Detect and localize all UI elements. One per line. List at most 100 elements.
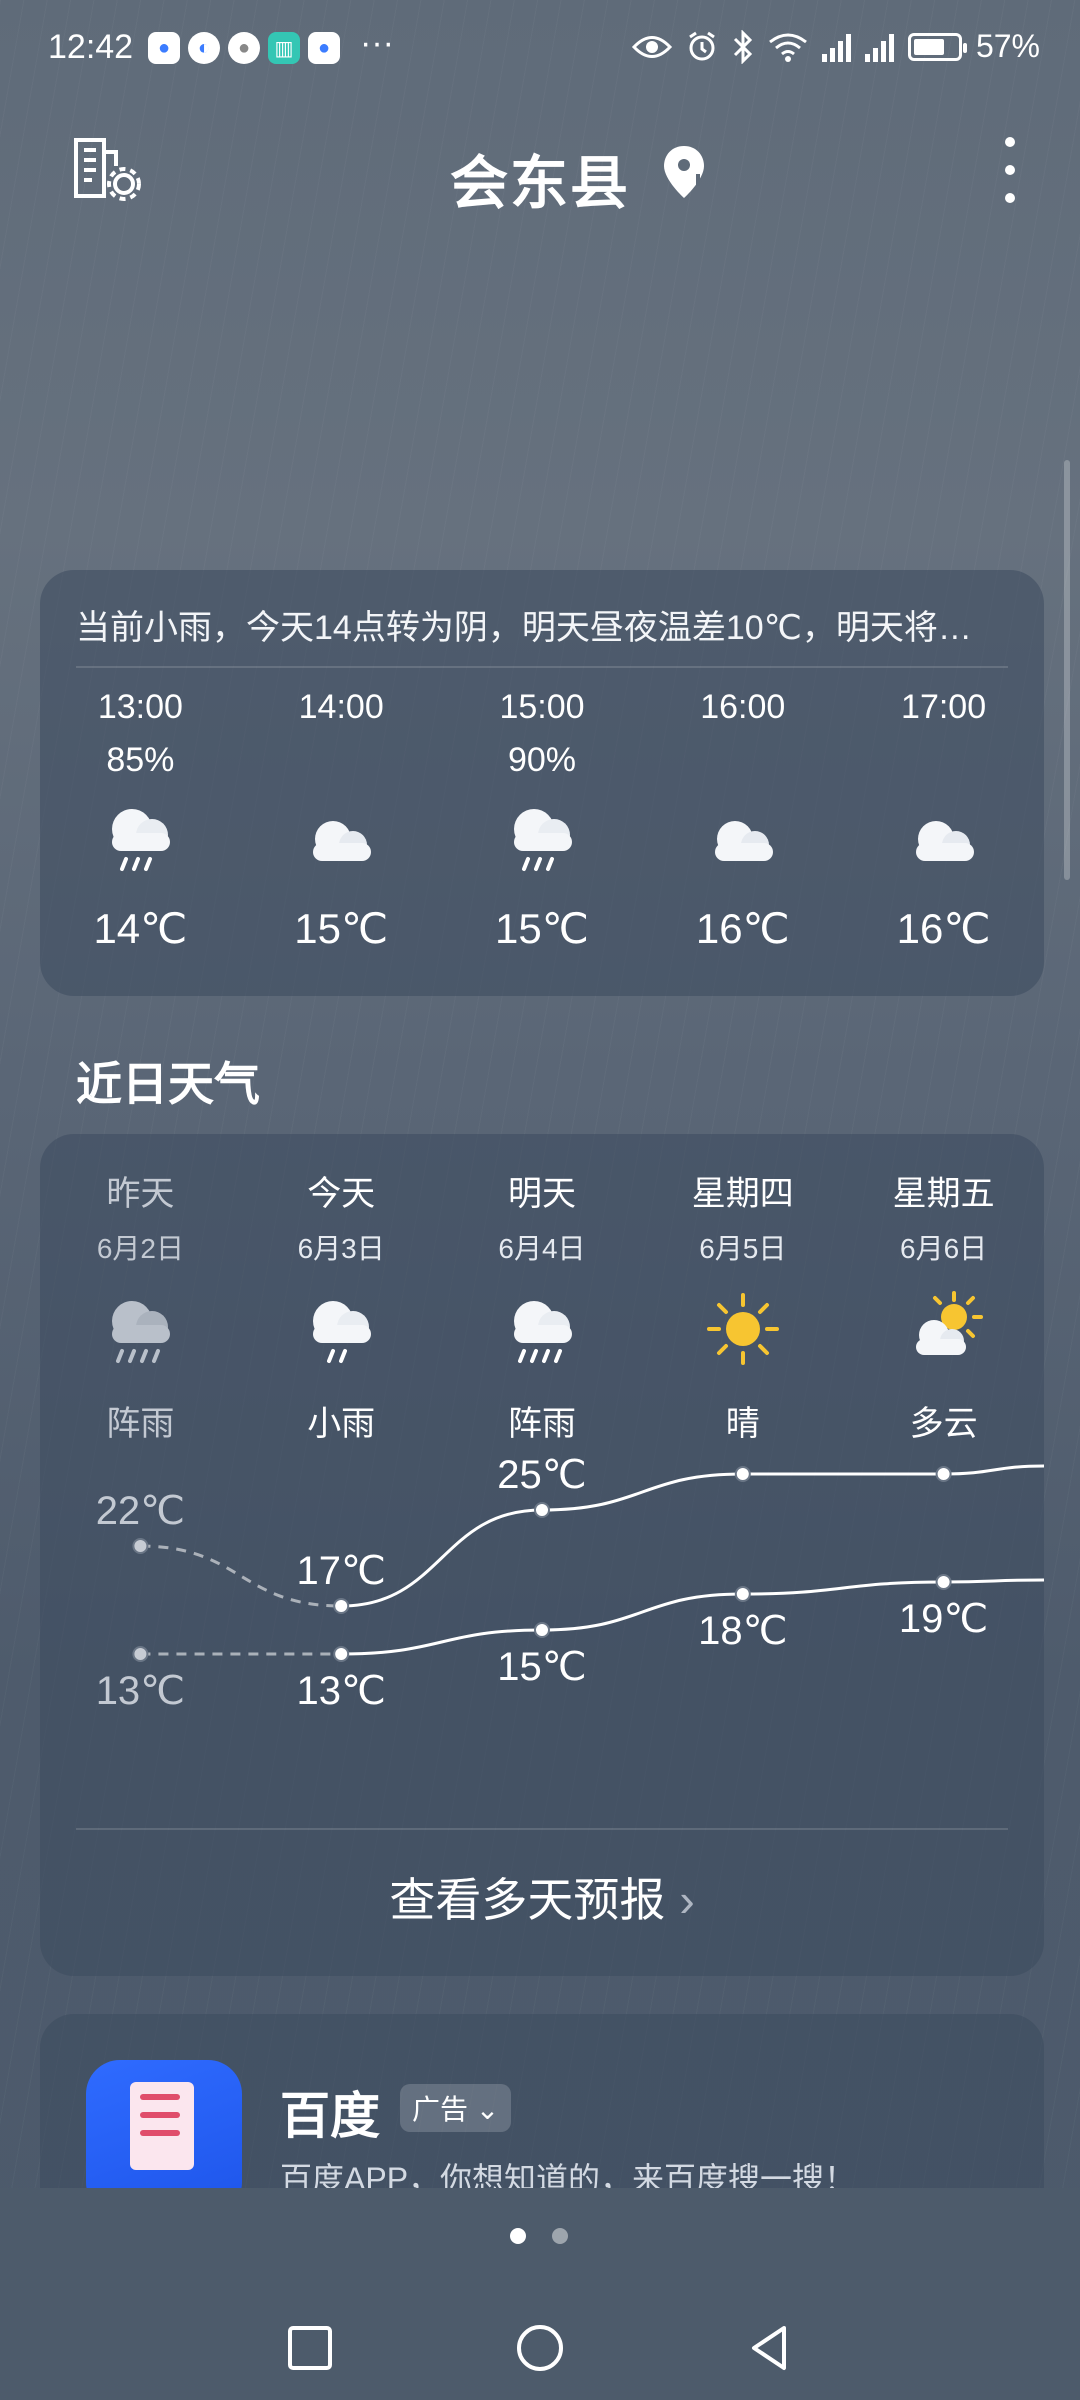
partly-cloudy-icon — [915, 1291, 983, 1355]
trend-point — [534, 1622, 550, 1638]
rain-cloud-icon — [513, 809, 572, 871]
hour-temp: 16℃ — [695, 905, 790, 952]
hour-temp: 14℃ — [93, 905, 188, 952]
trend-point — [333, 1598, 350, 1614]
bottom-nav-area — [0, 2188, 1080, 2400]
hour-time: 13:00 — [97, 688, 183, 726]
day-name: 明天 — [507, 1175, 576, 1213]
trend-point — [734, 1586, 751, 1602]
hour-temp: 15℃ — [495, 905, 589, 952]
wifi-icon — [769, 33, 807, 62]
hour-time: 15:00 — [499, 688, 585, 726]
trend-point — [734, 1466, 751, 1482]
city-title[interactable]: 会东县 — [0, 136, 1080, 220]
signal-2-icon — [864, 32, 894, 62]
location-icon[interactable] — [662, 144, 706, 200]
day-item[interactable]: 星期五 6月6日 多云 — [843, 1166, 1044, 1445]
scrollbar[interactable] — [1064, 460, 1070, 880]
cloud-icon — [714, 821, 773, 861]
trend-label: 15℃ — [497, 1645, 586, 1689]
trend-point — [333, 1646, 350, 1662]
eye-icon — [631, 35, 672, 58]
hourly-forecast-card: 当前小雨，今天14点转为阴，明天昼夜温差10℃，明天将… 13:00 85% 1… — [40, 570, 1044, 996]
day-date: 6月4日 — [498, 1233, 586, 1264]
ad-card[interactable]: 百度 广告 ⌄ 百度APP，你想知道的，来百度搜一搜！ — [40, 2014, 1044, 2214]
divider — [76, 1828, 1008, 1830]
trend-point — [132, 1646, 149, 1662]
app-header: 会东县 — [0, 120, 1080, 220]
hour-precip: 85% — [106, 741, 175, 779]
battery-percent: 57% — [975, 28, 1040, 64]
day-condition: 阵雨 — [106, 1405, 175, 1443]
day-item[interactable]: 今天 6月3日 小雨 — [241, 1166, 442, 1445]
ad-title: 百度 — [280, 2088, 380, 2144]
more-menu-icon[interactable] — [1000, 134, 1020, 206]
day-name: 今天 — [307, 1175, 376, 1213]
bluetooth-icon — [733, 29, 753, 64]
day-name: 星期五 — [892, 1175, 995, 1213]
status-time: 12:42 — [48, 28, 134, 66]
day-item[interactable]: 星期四 6月5日 晴 — [642, 1166, 843, 1445]
trend-label: 25℃ — [497, 1454, 586, 1497]
browser-notification-icon: ◐ — [188, 32, 220, 64]
hour-item: 13:00 85% 14℃ — [40, 688, 241, 978]
trend-point — [534, 1502, 550, 1518]
battery-icon — [907, 32, 967, 61]
trend-label: 28℃ — [899, 1454, 988, 1461]
light-rain-icon — [313, 1301, 372, 1363]
hour-item: 14:00 15℃ — [241, 688, 442, 978]
page-dot — [552, 2228, 568, 2244]
recents-button-icon[interactable] — [280, 2318, 340, 2378]
alarm-icon — [689, 31, 715, 60]
hour-precip — [642, 741, 843, 785]
chevron-down-icon: ⌄ — [475, 2094, 500, 2125]
hourly-list[interactable]: 13:00 85% 14℃ 14:00 15℃ 15:00 90% 15℃ 16… — [40, 688, 1044, 978]
day-date: 6月3日 — [297, 1233, 385, 1264]
day-item[interactable]: 明天 6月4日 阵雨 — [442, 1166, 643, 1445]
status-bar: 12:42 ● ◐ ● ▥ ● ··· 57% — [0, 0, 1080, 104]
trend-label: 13℃ — [96, 1669, 185, 1713]
hour-precip — [241, 741, 442, 785]
chevron-right-icon: › — [679, 1874, 695, 1926]
hour-item: 16:00 16℃ — [642, 688, 843, 978]
hour-temp: 16℃ — [896, 905, 991, 952]
home-button-icon[interactable] — [510, 2318, 570, 2378]
trend-point — [935, 1466, 952, 1482]
signal-1-icon — [821, 32, 851, 62]
day-condition: 小雨 — [307, 1405, 376, 1443]
back-button-icon[interactable] — [740, 2318, 800, 2378]
day-date: 6月5日 — [699, 1233, 787, 1264]
hour-precip: 90% — [507, 741, 577, 779]
more-forecast-label: 查看多天预报 — [389, 1874, 666, 1926]
ad-badge[interactable]: 广告 ⌄ — [400, 2084, 512, 2132]
cloud-icon — [313, 821, 372, 861]
notification-icons: ● ◐ ● ▥ ● — [148, 32, 340, 64]
trend-label: 28℃ — [698, 1454, 787, 1461]
trend-label: 17℃ — [296, 1549, 385, 1593]
daily-list: 昨天 6月2日 阵雨 今天 6月3日 小雨 明天 6月4日 阵雨 星期四 6月5… — [40, 1166, 1044, 1445]
trend-label: 13℃ — [296, 1669, 385, 1713]
trend-point — [132, 1538, 149, 1554]
hour-item: 15:00 90% 15℃ — [442, 688, 643, 978]
day-item[interactable]: 昨天 6月2日 阵雨 — [40, 1166, 241, 1445]
message-notification-icon: ● — [228, 32, 260, 64]
hour-time: 14:00 — [298, 688, 384, 726]
ad-badge-label: 广告 — [412, 2094, 469, 2125]
weather-summary[interactable]: 当前小雨，今天14点转为阴，明天昼夜温差10℃，明天将… — [76, 600, 1016, 649]
hour-time: 16:00 — [700, 688, 786, 726]
section-title-recent: 近日天气 — [76, 1058, 260, 1110]
day-condition: 晴 — [725, 1405, 760, 1443]
day-date: 6月2日 — [96, 1233, 184, 1264]
trend-label: 22℃ — [96, 1489, 185, 1533]
hour-item: 17:00 16℃ — [843, 688, 1044, 978]
daily-forecast-card: 昨天 6月2日 阵雨 今天 6月3日 小雨 明天 6月4日 阵雨 星期四 6月5… — [40, 1134, 1044, 1976]
baidu-app-notification-icon: ● — [308, 32, 340, 64]
day-condition: 多云 — [909, 1405, 978, 1443]
trend-label: 18℃ — [698, 1609, 787, 1653]
more-forecast-button[interactable]: 查看多天预报 › — [40, 1864, 1044, 1944]
rain-cloud-icon — [112, 809, 171, 871]
shower-icon — [513, 1301, 572, 1363]
trend-label: 19℃ — [899, 1597, 988, 1641]
page-indicator — [510, 2228, 568, 2244]
cloud-icon — [915, 821, 974, 861]
